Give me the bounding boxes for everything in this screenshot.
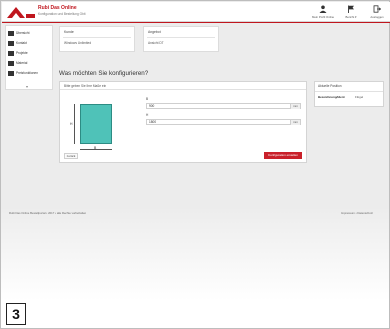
list-icon: [8, 70, 14, 76]
footer-copyright: Rubi Das Online Bestellportal • 2017 • a…: [9, 211, 87, 215]
panel-heading: Bitte geben Sie Ihre Maße ein: [64, 84, 107, 88]
sidebar-item-overview[interactable]: Übersicht: [8, 29, 52, 37]
position-value: Flügel: [355, 95, 364, 99]
sidebar-item-label: Preisfunktionen: [16, 71, 38, 75]
sidebar-item-contact[interactable]: Kontakt: [8, 39, 52, 47]
window-shape-preview: [80, 104, 112, 144]
width-value: 900: [149, 104, 155, 108]
chevron-down-icon[interactable]: ▾: [26, 84, 28, 89]
divider: [315, 91, 383, 92]
logout-label: Ausloggen: [370, 15, 384, 19]
logout-button[interactable]: Ausloggen: [366, 5, 388, 19]
step-number-badge: 3: [6, 303, 26, 325]
customer-value: Windows Unlimited: [64, 41, 92, 45]
create-configuration-button[interactable]: Konfiguration erstellen: [264, 152, 302, 159]
offer-card: Angebot Ansicht DT: [143, 26, 219, 52]
width-dimension-label: B: [94, 146, 97, 150]
top-bar: Rubi Das Online Konfiguration und Bestel…: [2, 2, 390, 22]
customer-card: Kunde Windows Unlimited: [59, 26, 135, 52]
grid-icon: [8, 60, 14, 66]
brand-title: Rubi Das Online: [38, 5, 77, 11]
brand-logo[interactable]: [6, 5, 36, 19]
panel-header: Bitte geben Sie Ihre Maße ein: [60, 82, 306, 90]
sidebar-item-label: Projekte: [16, 51, 28, 55]
position-key: Bezeichnung/Ident: [318, 95, 345, 99]
dimension-panel: Bitte geben Sie Ihre Maße ein H B B 900 …: [59, 81, 307, 163]
position-panel: Aktuelle Position Bezeichnung/Ident Flüg…: [314, 81, 384, 107]
flag-icon: [348, 5, 354, 13]
footer-links[interactable]: Impressum • Datenschutz: [341, 211, 373, 215]
profile-button[interactable]: Mein Profil Online: [312, 5, 334, 19]
report-button[interactable]: Bericht ▾: [340, 5, 362, 19]
divider: [147, 37, 215, 38]
sidebar-item-label: Material: [16, 61, 28, 65]
profile-label: Mein Profil Online: [312, 15, 335, 19]
back-button[interactable]: zurück: [64, 153, 78, 159]
height-dimension-line: [74, 104, 75, 144]
height-dimension-label: H: [70, 122, 73, 126]
divider: [63, 37, 131, 38]
height-field-label: H: [146, 113, 149, 117]
width-unit: mm: [290, 104, 300, 109]
customer-title: Kunde: [64, 30, 74, 34]
offer-title: Angebot: [148, 30, 161, 34]
header-divider: [2, 22, 390, 23]
height-unit: mm: [290, 120, 300, 125]
position-title: Aktuelle Position: [318, 84, 342, 88]
sidebar-item-projects[interactable]: Projekte: [8, 49, 52, 57]
offer-value: Ansicht DT: [148, 41, 164, 45]
home-icon: [8, 30, 14, 36]
sidebar-item-pricing[interactable]: Preisfunktionen: [8, 69, 52, 77]
sidebar: Übersicht Kontakt Projekte Material Prei…: [5, 25, 53, 90]
brand-subtitle: Konfiguration und Bestellung Gbit: [38, 12, 86, 16]
sidebar-item-label: Übersicht: [16, 31, 30, 35]
folder-icon: [8, 50, 14, 56]
height-input[interactable]: 1800 mm: [146, 119, 301, 125]
user-icon: [319, 5, 327, 13]
app-window: Rubi Das Online Konfiguration und Bestel…: [0, 0, 390, 329]
page-title: Was möchten Sie konfigurieren?: [59, 70, 149, 77]
width-input[interactable]: 900 mm: [146, 103, 301, 109]
sidebar-item-material[interactable]: Material: [8, 59, 52, 67]
height-value: 1800: [149, 120, 157, 124]
width-field-label: B: [146, 97, 149, 101]
logout-icon: [373, 5, 381, 13]
sidebar-item-label: Kontakt: [16, 41, 27, 45]
users-icon: [8, 40, 14, 46]
report-label: Bericht ▾: [345, 15, 357, 19]
